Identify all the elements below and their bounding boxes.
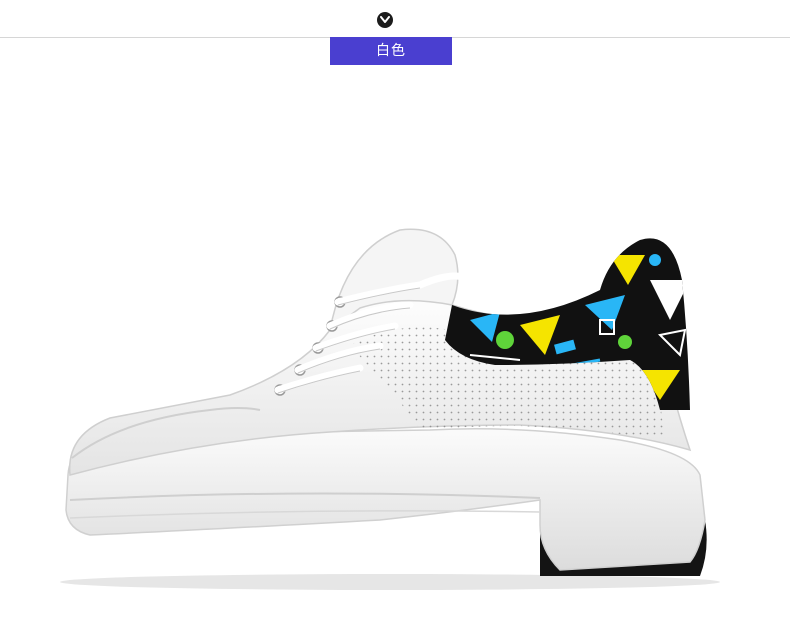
color-tag: 白色 xyxy=(330,37,452,65)
product-image xyxy=(0,80,790,633)
header: 白色 xyxy=(0,0,790,80)
divider-right xyxy=(452,37,790,38)
chevron-down-icon xyxy=(377,12,393,28)
divider-left xyxy=(0,37,330,38)
